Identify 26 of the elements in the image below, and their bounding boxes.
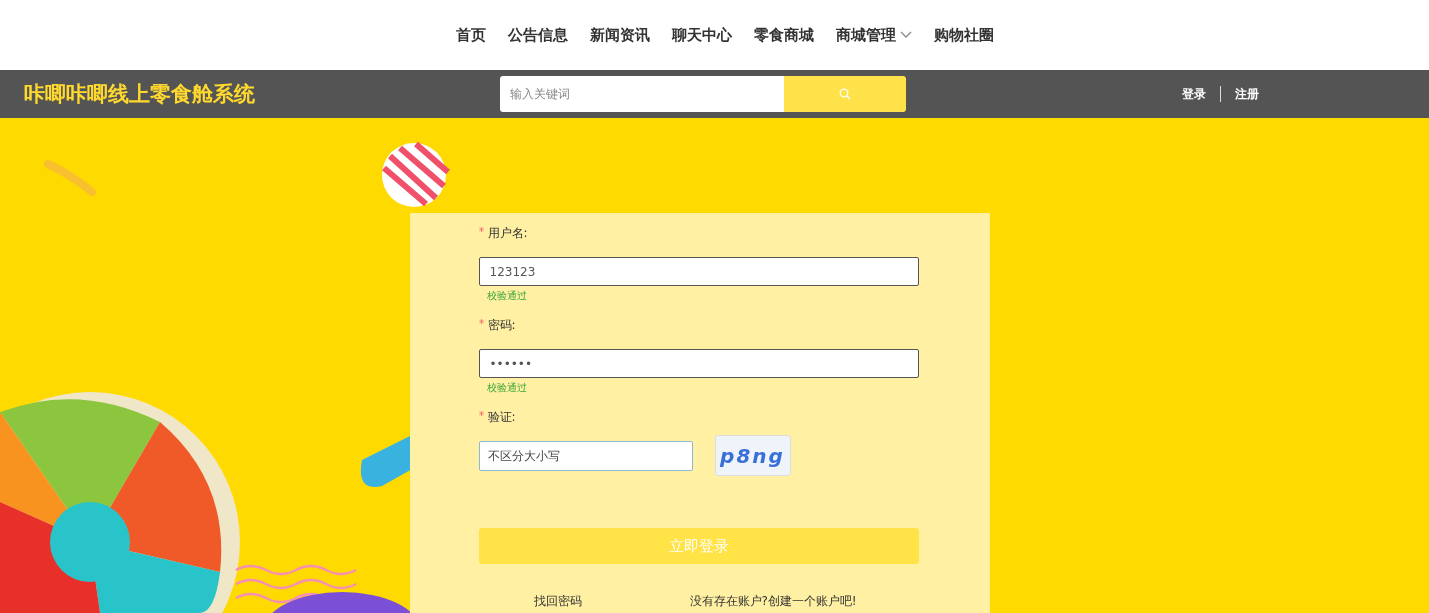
header-link[interactable]: 登录: [1168, 85, 1220, 103]
captcha-image[interactable]: p8ng: [714, 435, 791, 476]
nav-link[interactable]: 购物社圈: [933, 25, 994, 45]
field-label: 用户名:: [478, 223, 920, 243]
nav-link[interactable]: 商城管理: [835, 25, 912, 45]
search-field[interactable]: 输入关键词: [500, 76, 784, 112]
nav-link[interactable]: 零食商城: [753, 25, 814, 45]
search-icon: [839, 88, 851, 100]
nav-link[interactable]: 公告信息: [507, 25, 568, 45]
password-field[interactable]: ••••••: [478, 349, 919, 378]
sprinkle-drawing: [44, 160, 96, 196]
username-field[interactable]: 123123: [478, 257, 919, 286]
form-link[interactable]: 找回密码: [533, 593, 582, 610]
form-link[interactable]: 没有存在账户?创建一个账户吧!: [689, 593, 857, 610]
captcha-text: p8ng: [720, 443, 785, 468]
nav-link[interactable]: 新闻资讯: [589, 25, 650, 45]
validation-message: 校验通过: [486, 381, 528, 395]
nav-link[interactable]: 聊天中心: [671, 25, 732, 45]
header-link[interactable]: 注册: [1221, 85, 1273, 103]
nav-link[interactable]: 首页: [455, 25, 486, 45]
captcha-field[interactable]: 不区分大小写: [478, 440, 693, 471]
validation-message: 校验通过: [486, 289, 528, 303]
site-title: 咔唧咔唧线上零食舱系统: [24, 81, 256, 108]
search-button[interactable]: [784, 76, 906, 112]
field-label: 密码:: [478, 315, 920, 335]
field-label: 验证:: [478, 407, 920, 427]
